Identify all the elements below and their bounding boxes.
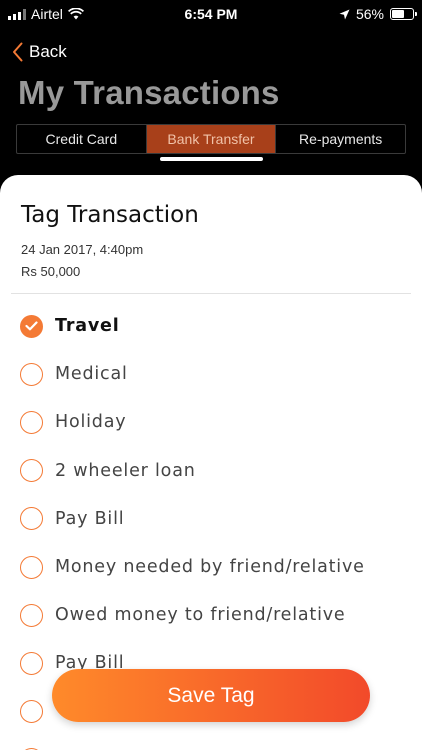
radio-icon[interactable] [20,555,43,579]
option-label: Holiday [55,412,127,433]
radio-checked-icon[interactable] [20,314,43,338]
option-label: Pay Bill [55,508,125,529]
chevron-left-icon [13,42,23,62]
tab-re-payments[interactable]: Re-payments [276,125,405,153]
option-label: Owed money to friend/relative [55,605,346,626]
radio-icon[interactable] [20,459,43,483]
back-label: Back [29,42,67,61]
radio-icon[interactable] [20,362,43,386]
transaction-date: 24 Jan 2017, 4:40pm [21,242,144,257]
radio-icon[interactable] [20,700,43,724]
divider [11,293,411,294]
status-right: 56% [339,6,417,22]
tag-option-medical[interactable]: Medical [0,350,422,398]
option-label: 2 wheeler loan [55,460,196,481]
tag-option-money-needed[interactable]: Money needed by friend/relative [0,543,422,591]
battery-icon [390,8,417,20]
tab-bank-transfer[interactable]: Bank Transfer [146,125,277,153]
tag-option-travel[interactable]: Travel [0,302,422,350]
page-title: My Transactions [18,74,280,111]
status-bar: Airtel 6:54 PM 56% [0,0,422,28]
option-label: Money needed by friend/relative [55,557,365,578]
tag-option-pay-bill[interactable]: Pay Bill [0,495,422,543]
tag-transaction-sheet: Tag Transaction 24 Jan 2017, 4:40pm Rs 5… [0,175,422,750]
tag-option-hidden-2[interactable] [0,736,422,750]
radio-icon[interactable] [20,507,43,531]
sheet-drag-handle[interactable] [160,157,263,161]
location-arrow-icon [339,9,350,19]
option-label: Travel [55,316,120,337]
tab-credit-card[interactable]: Credit Card [17,125,147,153]
back-button[interactable]: Back [12,42,67,62]
radio-icon[interactable] [20,651,43,675]
tag-option-2-wheeler-loan[interactable]: 2 wheeler loan [0,447,422,495]
save-tag-button[interactable]: Save Tag [52,669,370,722]
transaction-tabs: Credit Card Bank Transfer Re-payments [16,124,406,154]
sheet-title: Tag Transaction [21,202,199,228]
transaction-amount: Rs 50,000 [21,264,81,279]
radio-icon[interactable] [20,603,43,627]
battery-percent: 56% [355,6,384,22]
tag-option-holiday[interactable]: Holiday [0,398,422,446]
radio-icon[interactable] [20,410,43,434]
option-label: Medical [55,364,128,385]
tag-option-owed-money[interactable]: Owed money to friend/relative [0,591,422,639]
